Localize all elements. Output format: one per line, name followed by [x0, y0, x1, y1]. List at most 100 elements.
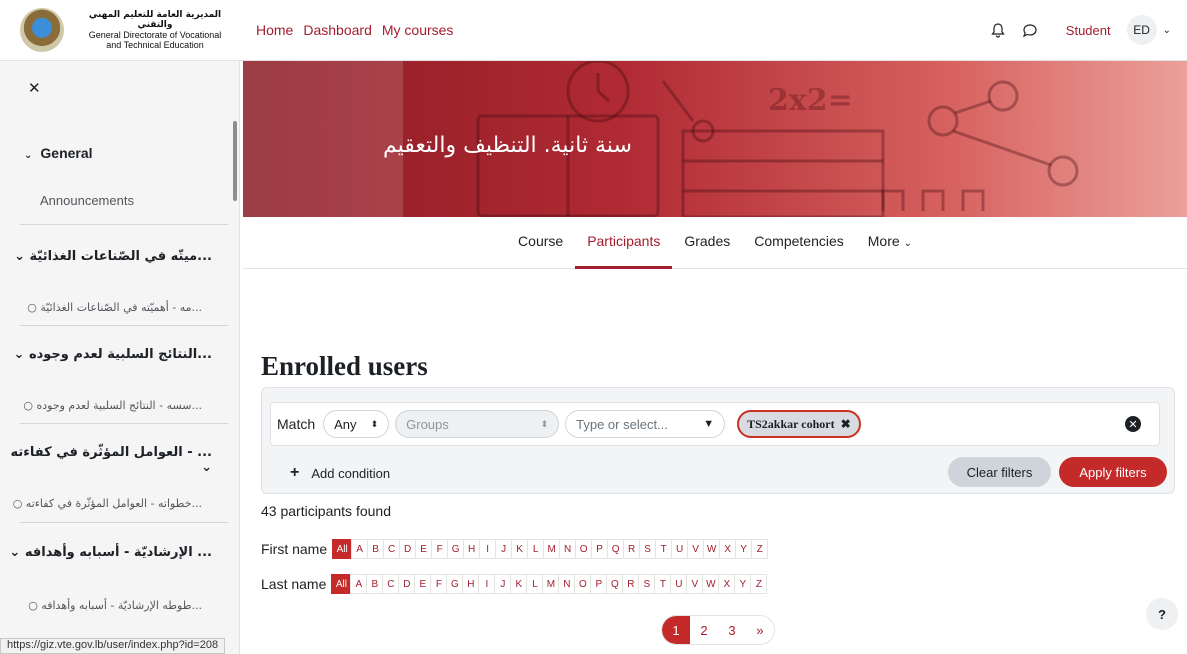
last-initial-f[interactable]: F: [430, 574, 448, 594]
first-initial-o[interactable]: O: [575, 539, 593, 559]
chevron-down-icon: ⌄: [9, 545, 21, 560]
first-initial-all[interactable]: All: [332, 539, 353, 559]
chevron-down-icon: ⌄: [24, 150, 33, 161]
tab-course[interactable]: Course: [506, 217, 575, 268]
last-initial-w[interactable]: W: [702, 574, 720, 594]
last-initial-v[interactable]: V: [686, 574, 704, 594]
last-initial-k[interactable]: K: [510, 574, 528, 594]
bell-icon[interactable]: [990, 22, 1006, 38]
activity-announcements[interactable]: Announcements: [0, 193, 232, 208]
last-initial-n[interactable]: N: [558, 574, 576, 594]
last-name-initials-bar: Last name All ABCDEFGHIJKLMNOPQRSTUVWXYZ: [261, 573, 768, 595]
last-initial-b[interactable]: B: [366, 574, 384, 594]
drawer-scrollbar[interactable]: [233, 121, 237, 201]
first-initial-i[interactable]: I: [479, 539, 497, 559]
first-initial-v[interactable]: V: [687, 539, 705, 559]
first-initial-p[interactable]: P: [591, 539, 609, 559]
first-initial-h[interactable]: H: [463, 539, 481, 559]
last-initial-s[interactable]: S: [638, 574, 656, 594]
match-select[interactable]: Any ⬍: [323, 410, 390, 438]
section-item-1[interactable]: ...ميتّه في الصّناعات الغذائيّة ⌄: [0, 249, 232, 264]
activity-item-4[interactable]: ...طوطه الإرشاديّة - أسبابه وأهدافه ○: [0, 599, 232, 612]
first-initial-s[interactable]: S: [639, 539, 657, 559]
nav-link-home[interactable]: Home: [256, 22, 293, 38]
remove-badge-icon[interactable]: ✖: [841, 417, 851, 432]
last-initial-x[interactable]: X: [718, 574, 736, 594]
nav-link-dashboard[interactable]: Dashboard: [303, 22, 372, 38]
remove-filter-row-icon[interactable]: ✕: [1125, 416, 1141, 432]
top-navbar: المديرية العامة للتعليم المهني والتقني G…: [0, 0, 1187, 61]
first-initial-z[interactable]: Z: [751, 539, 769, 559]
filter-row: Match Any ⬍ Groups ⬍ Type or select... ▼…: [270, 402, 1160, 446]
last-initial-d[interactable]: D: [398, 574, 416, 594]
close-drawer-icon[interactable]: ✕: [28, 79, 41, 97]
first-initial-m[interactable]: M: [543, 539, 561, 559]
last-initial-p[interactable]: P: [590, 574, 608, 594]
first-initial-e[interactable]: E: [415, 539, 433, 559]
first-initial-d[interactable]: D: [399, 539, 417, 559]
first-initial-u[interactable]: U: [671, 539, 689, 559]
page-link-3[interactable]: 3: [718, 616, 746, 644]
page-link-1[interactable]: 1: [662, 616, 690, 644]
site-logo[interactable]: المديرية العامة للتعليم المهني والتقني G…: [0, 0, 240, 61]
first-initial-c[interactable]: C: [383, 539, 401, 559]
last-initial-h[interactable]: H: [462, 574, 480, 594]
first-initial-t[interactable]: T: [655, 539, 673, 559]
first-initial-r[interactable]: R: [623, 539, 641, 559]
first-initial-a[interactable]: A: [351, 539, 369, 559]
user-name[interactable]: Student: [1066, 23, 1111, 38]
help-button[interactable]: ?: [1146, 598, 1178, 630]
page-next[interactable]: »: [746, 616, 774, 644]
filter-type-select[interactable]: Groups ⬍: [395, 410, 560, 438]
first-initial-letters: ABCDEFGHIJKLMNOPQRSTUVWXYZ: [351, 539, 769, 559]
last-initial-a[interactable]: A: [350, 574, 368, 594]
activity-item-1[interactable]: ...مه - أهميّته في الصّناعات الغذائيّة ○: [0, 301, 232, 314]
tab-more[interactable]: More ⌄: [856, 217, 924, 268]
first-initial-g[interactable]: G: [447, 539, 465, 559]
section-item-3[interactable]: ... - العوامل المؤثّرة في كفاءته ⌄: [0, 445, 232, 475]
activity-item-3[interactable]: ...خطواته - العوامل المؤثّرة في كفاءته ○: [0, 497, 232, 510]
last-initial-g[interactable]: G: [446, 574, 464, 594]
clear-filters-button[interactable]: Clear filters: [948, 457, 1051, 487]
last-initial-t[interactable]: T: [654, 574, 672, 594]
first-initial-n[interactable]: N: [559, 539, 577, 559]
last-initial-z[interactable]: Z: [750, 574, 768, 594]
first-initial-w[interactable]: W: [703, 539, 721, 559]
first-initial-q[interactable]: Q: [607, 539, 625, 559]
tab-participants[interactable]: Participants: [575, 217, 673, 269]
last-initial-all[interactable]: All: [331, 574, 352, 594]
last-initial-e[interactable]: E: [414, 574, 432, 594]
add-condition-button[interactable]: + Add condition: [290, 464, 390, 482]
apply-filters-button[interactable]: Apply filters: [1059, 457, 1167, 487]
last-initial-r[interactable]: R: [622, 574, 640, 594]
first-initial-x[interactable]: X: [719, 539, 737, 559]
last-initial-m[interactable]: M: [542, 574, 560, 594]
message-icon[interactable]: [1022, 22, 1038, 38]
tab-grades[interactable]: Grades: [672, 217, 742, 268]
page-link-2[interactable]: 2: [690, 616, 718, 644]
last-initial-i[interactable]: I: [478, 574, 496, 594]
first-initial-f[interactable]: F: [431, 539, 449, 559]
activity-item-2[interactable]: ...سسه - النتائج السلبية لعدم وجوده ○: [0, 399, 232, 412]
first-initial-y[interactable]: Y: [735, 539, 753, 559]
last-initial-j[interactable]: J: [494, 574, 512, 594]
section-item-4[interactable]: ... الإرشاديّة - أسبابه وأهدافه ⌄: [0, 545, 232, 560]
selected-cohort-badge[interactable]: TS2akkar cohort ✖: [737, 410, 861, 438]
last-initial-u[interactable]: U: [670, 574, 688, 594]
first-initial-l[interactable]: L: [527, 539, 545, 559]
last-initial-l[interactable]: L: [526, 574, 544, 594]
first-initial-b[interactable]: B: [367, 539, 385, 559]
section-general[interactable]: ⌄ General: [0, 145, 232, 161]
last-initial-c[interactable]: C: [382, 574, 400, 594]
last-initial-o[interactable]: O: [574, 574, 592, 594]
last-initial-y[interactable]: Y: [734, 574, 752, 594]
section-item-2[interactable]: ...النتائج السلبية لعدم وجوده ⌄: [0, 347, 232, 362]
filter-value-autocomplete[interactable]: Type or select... ▼: [565, 410, 726, 438]
first-initial-k[interactable]: K: [511, 539, 529, 559]
avatar[interactable]: ED: [1126, 15, 1157, 45]
tab-competencies[interactable]: Competencies: [742, 217, 856, 268]
nav-link-my-courses[interactable]: My courses: [382, 22, 454, 38]
last-initial-q[interactable]: Q: [606, 574, 624, 594]
first-initial-j[interactable]: J: [495, 539, 513, 559]
user-menu-chevron-down-icon[interactable]: ⌄: [1163, 25, 1171, 36]
